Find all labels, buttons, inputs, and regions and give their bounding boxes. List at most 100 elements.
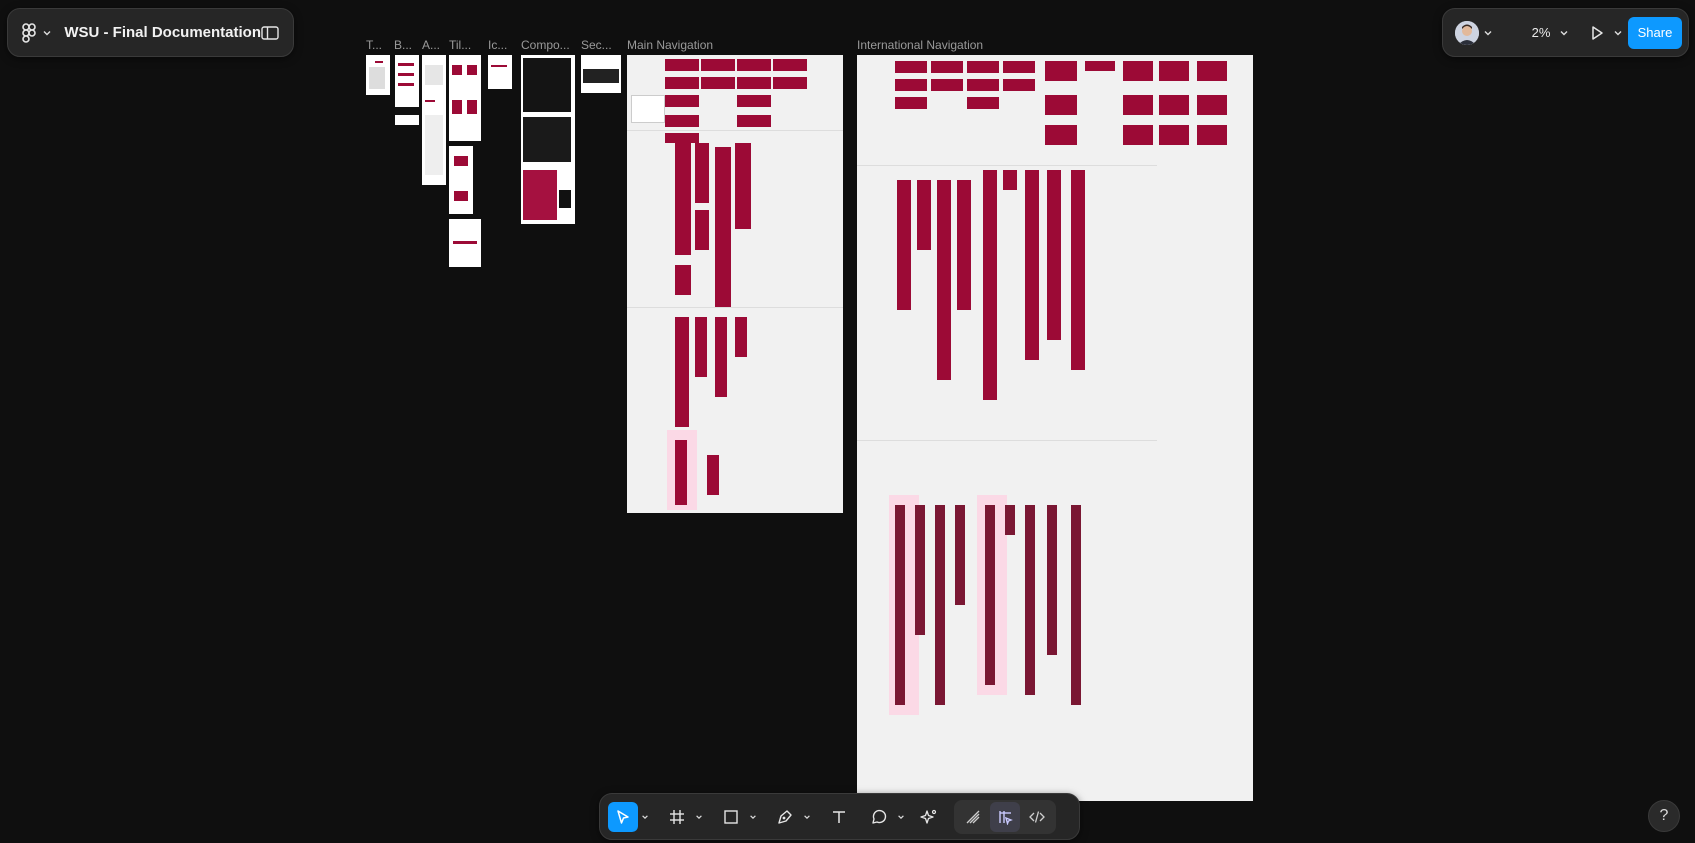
nav-thumbnail <box>701 59 735 71</box>
move-tool-menu[interactable] <box>638 802 652 832</box>
sparkle-icon <box>920 809 937 824</box>
nav-thumbnail <box>1159 61 1189 81</box>
shape-tool-button[interactable] <box>716 802 746 832</box>
thumb-detail <box>454 156 468 166</box>
frame-label-icons[interactable]: Ic... <box>488 38 512 52</box>
nav-thumbnail <box>967 61 999 73</box>
document-title[interactable]: WSU - Final Documentation <box>64 24 261 41</box>
thumb-detail <box>369 67 385 89</box>
nav-thumbnail <box>675 143 691 255</box>
present-button[interactable] <box>1589 25 1623 41</box>
shape-tool-menu[interactable] <box>746 802 760 832</box>
thumb-detail <box>523 117 571 162</box>
nav-thumbnail <box>695 210 709 250</box>
nav-thumbnail <box>1085 61 1115 71</box>
nav-thumbnail <box>895 61 927 73</box>
pen-tool-menu[interactable] <box>800 802 814 832</box>
nav-thumbnail <box>1123 95 1153 115</box>
nav-thumbnail <box>1123 125 1153 145</box>
frame-sections[interactable] <box>581 55 621 93</box>
frame-international-navigation[interactable] <box>857 55 1253 801</box>
design-mode-button[interactable] <box>990 801 1020 832</box>
frame-components[interactable] <box>521 55 575 224</box>
nav-thumbnail <box>1159 95 1189 115</box>
avatar-menu-chevron[interactable] <box>1483 28 1493 38</box>
frame-typography[interactable] <box>366 55 390 95</box>
thumb-detail <box>559 190 571 208</box>
mode-switcher <box>954 799 1056 834</box>
frame-tool-button[interactable] <box>662 802 692 832</box>
nav-thumbnail <box>931 61 963 73</box>
thumb-detail <box>398 63 414 66</box>
nav-thumbnail <box>983 170 997 400</box>
nav-thumbnail <box>665 133 699 143</box>
comment-tool-menu[interactable] <box>894 802 908 832</box>
nav-thumbnail <box>957 180 971 310</box>
pen-icon <box>778 809 792 824</box>
dev-mode-button[interactable] <box>1022 802 1052 832</box>
nav-thumbnail <box>773 59 807 71</box>
nav-thumbnail <box>701 77 735 89</box>
draw-mode-button[interactable] <box>958 802 988 832</box>
thumb-detail <box>583 69 619 83</box>
nav-thumbnail <box>895 79 927 91</box>
bottom-toolbar <box>599 793 1080 840</box>
user-avatar[interactable] <box>1455 20 1479 45</box>
frame-label-tiles[interactable]: Til... <box>449 38 477 52</box>
frame-tool-menu[interactable] <box>692 802 706 832</box>
nav-thumbnail <box>955 505 965 605</box>
nav-thumbnail <box>737 95 771 107</box>
nav-thumbnail <box>935 505 945 705</box>
nav-thumbnail <box>1047 505 1057 655</box>
nav-thumbnail <box>695 317 707 377</box>
nav-thumbnail <box>1047 170 1061 340</box>
frame-tiles-2[interactable] <box>449 146 473 214</box>
frame-label-main-navigation[interactable]: Main Navigation <box>627 38 787 52</box>
frame-label-components[interactable]: Compo... <box>521 38 575 52</box>
nav-thumbnail <box>715 147 731 307</box>
frame-icon <box>670 809 684 824</box>
help-button[interactable]: ? <box>1648 800 1680 832</box>
frame-label-t[interactable]: T... <box>366 38 388 52</box>
sidebar-toggle-button[interactable] <box>261 25 279 41</box>
frame-label-a[interactable]: A... <box>422 38 444 52</box>
nav-thumbnail <box>773 77 807 89</box>
actions-tool-button[interactable] <box>914 802 944 832</box>
frame-label-international-navigation[interactable]: International Navigation <box>857 38 1057 52</box>
move-tool-button[interactable] <box>608 801 638 832</box>
frame-main-navigation[interactable] <box>627 55 843 513</box>
nav-divider <box>627 130 843 131</box>
main-menu-button[interactable] <box>22 18 54 48</box>
zoom-dropdown[interactable]: 2% <box>1509 20 1573 46</box>
nav-divider <box>627 307 843 308</box>
share-button[interactable]: Share <box>1628 16 1682 49</box>
avatar-image <box>1455 20 1479 45</box>
file-menu-panel: WSU - Final Documentation <box>7 8 294 57</box>
text-icon <box>833 810 845 823</box>
frame-tiles-3[interactable] <box>449 219 481 267</box>
collab-panel: 2% Share <box>1442 8 1689 57</box>
nav-thumbnail <box>1071 170 1085 370</box>
nav-thumbnail <box>985 505 995 685</box>
chevron-down-icon <box>696 814 702 819</box>
frame-accordions[interactable] <box>422 55 446 185</box>
pen-tool-button[interactable] <box>770 802 800 832</box>
nav-thumbnail <box>1045 125 1077 145</box>
nav-thumbnail <box>1197 125 1227 145</box>
nav-thumbnail <box>917 180 931 250</box>
frame-buttons[interactable] <box>395 55 419 125</box>
frame-tiles-1[interactable] <box>449 55 481 141</box>
nav-thumbnail <box>715 317 727 397</box>
comment-tool-button[interactable] <box>864 802 894 832</box>
frame-label-sections[interactable]: Sec... <box>581 38 617 52</box>
thumb-detail <box>395 107 419 115</box>
thumb-detail <box>523 170 557 220</box>
thumb-detail <box>425 115 443 175</box>
nav-thumbnail <box>1003 170 1017 190</box>
nav-thumbnail <box>735 317 747 357</box>
nav-thumbnail <box>707 455 719 495</box>
frame-icons[interactable] <box>488 55 512 89</box>
text-tool-button[interactable] <box>824 802 854 832</box>
frame-label-b[interactable]: B... <box>394 38 416 52</box>
nav-thumbnail <box>1025 505 1035 695</box>
